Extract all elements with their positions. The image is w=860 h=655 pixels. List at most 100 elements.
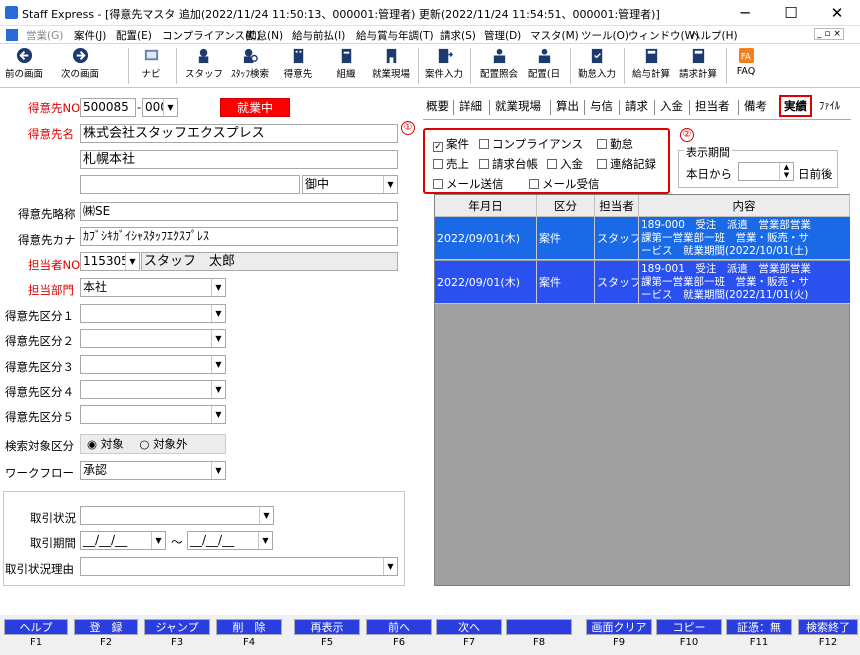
f8-button[interactable] [506,619,572,635]
honorific-select[interactable]: 御中 ▼ [302,175,398,194]
filter-attendance[interactable]: 勤怠 [597,136,633,152]
tab-details[interactable]: 詳細 [459,98,482,114]
next-screen-button[interactable]: 次の画面 [54,46,106,86]
customer-name-label: 得意先名 [28,127,74,141]
menu-payroll[interactable]: 給与賞与年調(T) [356,28,434,43]
menu-admin[interactable]: 管理(D) [484,28,521,43]
faq-button[interactable]: FA FAQ [732,46,760,86]
filter-jobs[interactable]: ✓ 案件 [433,136,469,152]
chevron-down-icon: ▼ [211,356,225,373]
tab-payment[interactable]: 入金 [660,98,683,114]
menu-billing[interactable]: 請求(S) [440,28,476,43]
placement-inquiry-button[interactable]: 配置照会 [476,46,522,86]
close-button[interactable]: ✕ [814,0,860,26]
customer-button[interactable]: 得意先 [278,46,318,86]
col-header-content[interactable]: 内容 [639,195,850,217]
f12-exit-search-button[interactable]: 検索終了 [798,619,858,635]
filter-billing-ledger[interactable]: 請求台帳 [479,156,538,172]
f1-help-button[interactable]: ヘルプ [4,619,68,635]
filter-sales[interactable]: 売上 [433,156,469,172]
cat2-select[interactable]: ▼ [80,329,226,348]
kana-input[interactable]: ｶﾌﾞｼｷｶﾞｲｼｬｽﾀｯﾌｴｸｽﾌﾟﾚｽ [80,227,398,246]
tab-files[interactable]: ﾌｧｲﾙ [819,98,840,113]
f3-jump-button[interactable]: ジャンプ [144,619,210,635]
filter-payment[interactable]: 入金 [547,156,583,172]
menu-help[interactable]: ヘルプ(H) [690,28,738,43]
tab-site[interactable]: 就業現場 [495,98,541,114]
f6-prev-button[interactable]: 前へ [366,619,432,635]
f5-refresh-button[interactable]: 再表示 [294,619,360,635]
table-row[interactable]: 2022/09/01(木) 案件 スタッフ 189-001 受注 派遣 営業部営… [435,261,850,304]
navi-button[interactable]: ナビ [134,46,168,86]
f2-register-button[interactable]: 登 録 [74,619,138,635]
col-header-date[interactable]: 年月日 [435,195,537,217]
cat1-select[interactable]: ▼ [80,304,226,323]
menu-tools[interactable]: ツール(O) [581,28,629,43]
menu-master[interactable]: マスタ(M) [530,28,579,43]
workflow-select[interactable]: 承認 ▼ [80,461,226,480]
menu-attendance[interactable]: 勤怠(N) [246,28,283,43]
tab-credit[interactable]: 与信 [590,98,613,114]
f10-copy-button[interactable]: コピー [656,619,722,635]
cat3-label: 得意先区分３ [5,360,74,374]
trade-date-from[interactable]: __/__/__ ▼ [80,531,166,550]
tab-notes[interactable]: 備考 [744,98,767,114]
staff-button[interactable]: スタッフ [184,46,224,86]
org-icon [341,48,351,64]
tab-calc[interactable]: 算出 [556,98,579,114]
cat3-select[interactable]: ▼ [80,355,226,374]
spinner-icon[interactable]: ▲ ▼ [779,163,793,180]
org-button[interactable]: 組織 [328,46,364,86]
dept-select[interactable]: 本社 ▼ [80,278,226,297]
customer-name-input[interactable]: 株式会社スタッフエクスプレス [80,124,398,143]
f4-delete-button[interactable]: 削 除 [216,619,282,635]
table-row[interactable]: 2022/09/01(木) 案件 スタッフ 189-000 受注 派遣 営業部営… [435,217,850,260]
customer-name3-input[interactable] [80,175,300,194]
menu-sales[interactable]: 営業(G) [26,28,63,43]
menu-placement[interactable]: 配置(E) [116,28,152,43]
trade-reason-select[interactable]: ▼ [80,557,398,576]
minimize-button[interactable]: ─ [722,0,768,26]
tab-billing[interactable]: 請求 [625,98,648,114]
f11-voucher-button[interactable]: 証憑：無 [726,619,792,635]
col-header-rep[interactable]: 担当者 [595,195,639,217]
filter-mail-received[interactable]: メール受信 [529,176,600,192]
radio-not-target[interactable]: ○ 対象外 [139,437,187,451]
job-entry-button[interactable]: 案件入力 [422,46,466,86]
placement-day-button[interactable]: 配置(日 [524,46,564,86]
short-name-input[interactable]: ㈱SE [80,202,398,221]
tab-rep[interactable]: 担当者 [695,98,730,114]
f9-clear-button[interactable]: 画面クリア [586,619,652,635]
period-days-input[interactable]: ▲ ▼ [738,162,794,181]
cat4-select[interactable]: ▼ [80,380,226,399]
menu-window[interactable]: ウィンドウ(W) [628,28,699,43]
cat5-select[interactable]: ▼ [80,405,226,424]
col-header-type[interactable]: 区分 [537,195,595,217]
chevron-down-icon: ▼ [211,279,225,296]
filter-compliance[interactable]: コンプライアンス [479,136,583,152]
trade-date-to[interactable]: __/__/__ ▼ [187,531,273,550]
bill-calc-button[interactable]: 請求計算 [676,46,720,86]
f7-next-button[interactable]: 次へ [436,619,502,635]
customer-no-input[interactable]: 500085 [80,98,136,117]
tab-overview[interactable]: 概要 [426,98,449,114]
site-label: 就業現場 [371,69,410,80]
tab-results[interactable]: 実績 [779,95,812,117]
maximize-button[interactable]: ☐ [768,0,814,26]
filter-mail-sent[interactable]: メール送信 [433,176,504,192]
trade-status-select[interactable]: ▼ [80,506,274,525]
menu-advance[interactable]: 給与前払(I) [292,28,345,43]
prev-screen-button[interactable]: 前の画面 [3,46,45,86]
attendance-entry-button[interactable]: 勤怠入力 [574,46,620,86]
mdi-controls[interactable]: _ ▫ × [814,28,844,40]
staff-search-button[interactable]: ｽﾀｯﾌ検索 [228,46,272,86]
site-button[interactable]: 就業現場 [368,46,414,86]
menu-jobs[interactable]: 案件(J) [74,28,106,43]
placement-icon [493,48,505,64]
filter-contact-log[interactable]: 連絡記録 [597,156,656,172]
rep-no-select[interactable]: 115305 ▼ [80,252,140,271]
branch-no-select[interactable]: 000 ▼ [142,98,178,117]
customer-name2-input[interactable]: 札幌本社 [80,150,398,169]
pay-calc-button[interactable]: 給与計算 [630,46,672,86]
radio-target[interactable]: ◉ 対象 [87,437,124,451]
